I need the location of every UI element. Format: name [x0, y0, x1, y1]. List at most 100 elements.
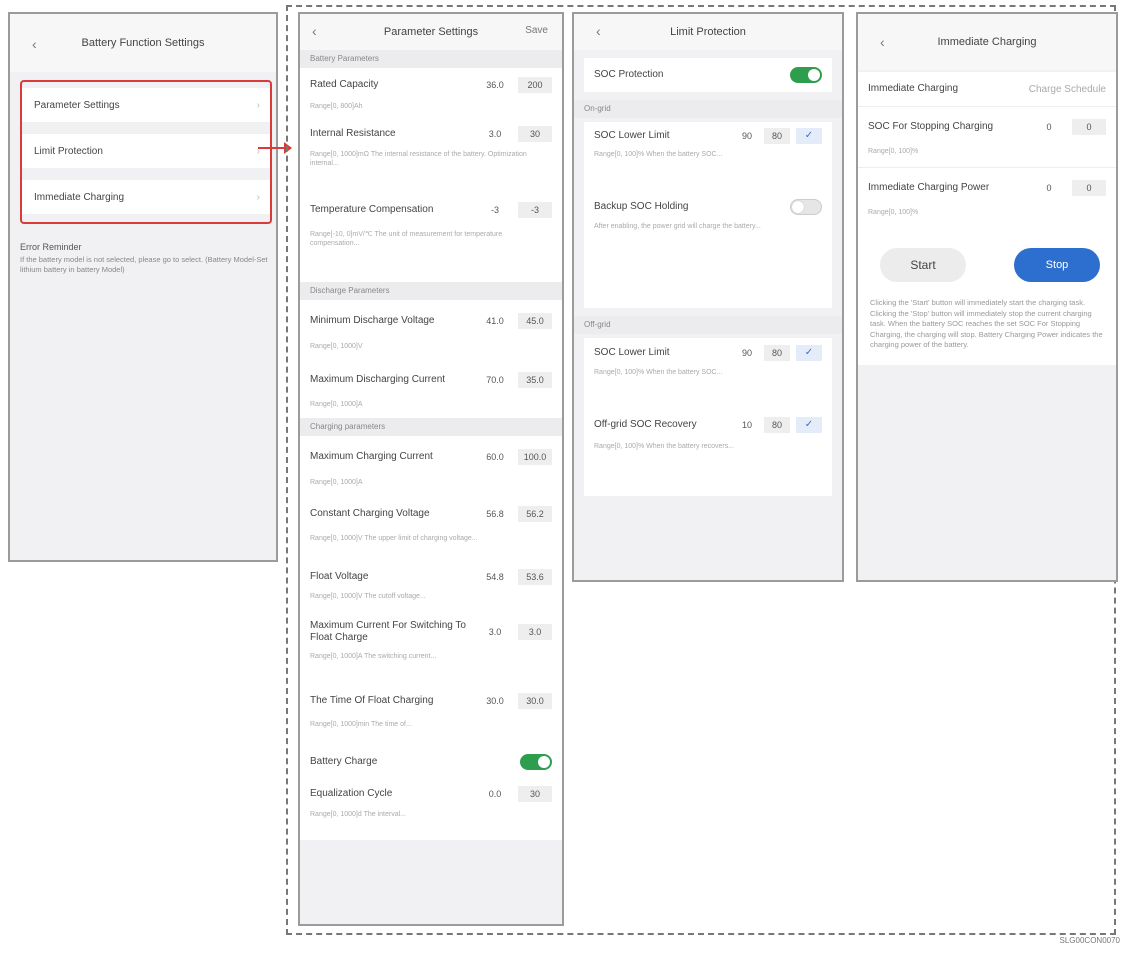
header: ‹ Battery Function Settings [10, 14, 276, 72]
rated-capacity-input[interactable]: 200 [518, 77, 552, 93]
offgrid-soc-recovery-label: Off-grid SOC Recovery [594, 419, 697, 430]
row-soc-protection: SOC Protection [584, 58, 832, 92]
page-title: Limit Protection [670, 26, 746, 38]
max-charging-current-hint: Range[0, 1000]A [310, 479, 363, 486]
constant-charging-voltage-input[interactable]: 56.2 [518, 506, 552, 522]
soc-protection-toggle[interactable] [790, 67, 822, 83]
offgrid-soc-recovery-current: 10 [741, 420, 752, 430]
soc-protection-card: SOC Protection [584, 58, 832, 92]
row-backup-soc-holding: Backup SOC Holding [584, 192, 832, 222]
menu-item-parameter-settings[interactable]: Parameter Settings › [22, 88, 270, 122]
figure-code: SLG00CON0070 [1059, 936, 1120, 945]
backup-soc-holding-toggle[interactable] [790, 199, 822, 215]
max-discharging-current-input[interactable]: 35.0 [518, 372, 552, 388]
battery-charge-toggle[interactable] [520, 754, 552, 770]
discharge-parameters-card: Minimum Discharge Voltage 41.0 45.0 Rang… [300, 300, 562, 418]
soc-protection-label: SOC Protection [594, 69, 664, 80]
battery-parameters-card: Rated Capacity 36.0 200 Range[0, 800]Ah … [300, 68, 562, 282]
max-discharging-current-current: 70.0 [486, 375, 504, 385]
min-discharge-voltage-current: 41.0 [486, 316, 504, 326]
row-immediate-charging-power: Immediate Charging Power 0 0 [858, 168, 1116, 208]
immediate-charging-power-input[interactable]: 0 [1072, 180, 1106, 196]
offgrid-soc-lower-limit-input[interactable]: 80 [764, 345, 790, 361]
internal-resistance-input[interactable]: 30 [518, 126, 552, 142]
offgrid-soc-recovery-confirm-icon[interactable]: ✓ [796, 417, 822, 433]
section-charging-parameters: Charging parameters [300, 418, 562, 436]
row-offgrid-soc-recovery: Off-grid SOC Recovery 10 80 ✓ [584, 408, 832, 442]
max-charging-current-label: Maximum Charging Current [310, 451, 433, 462]
min-discharge-voltage-input[interactable]: 45.0 [518, 313, 552, 329]
row-max-charging-current: Maximum Charging Current 60.0 100.0 [300, 436, 562, 478]
page-title: Battery Function Settings [81, 37, 205, 49]
temperature-compensation-input[interactable]: -3 [518, 202, 552, 218]
row-soc-stop-charging: SOC For Stopping Charging 0 0 [858, 107, 1116, 147]
charging-parameters-card: Maximum Charging Current 60.0 100.0 Rang… [300, 436, 562, 840]
action-buttons: Start Stop [858, 230, 1116, 298]
back-icon[interactable]: ‹ [880, 34, 885, 50]
ongrid-soc-lower-limit-label: SOC Lower Limit [594, 130, 670, 141]
time-float-input[interactable]: 30.0 [518, 693, 552, 709]
equalization-cycle-label: Equalization Cycle [310, 788, 393, 799]
offgrid-soc-lower-limit-label: SOC Lower Limit [594, 347, 670, 358]
battery-charge-label: Battery Charge [310, 756, 378, 767]
min-discharge-voltage-label: Minimum Discharge Voltage [310, 315, 435, 326]
back-icon[interactable]: ‹ [32, 36, 37, 52]
row-float-voltage: Float Voltage 54.8 53.6 [300, 562, 562, 592]
backup-soc-holding-label: Backup SOC Holding [594, 201, 689, 212]
immediate-charging-power-hint: Range[0, 100]% [868, 209, 919, 216]
back-icon[interactable]: ‹ [596, 23, 601, 39]
backup-soc-holding-hint: After enabling, the power grid will char… [594, 223, 761, 230]
off-grid-card: SOC Lower Limit 90 80 ✓ Range[0, 100]% W… [584, 338, 832, 496]
tab-charge-schedule[interactable]: Charge Schedule [1029, 84, 1106, 95]
soc-stop-charging-current: 0 [1046, 122, 1052, 132]
max-current-float-hint: Range[0, 1000]A The switching current... [310, 653, 437, 660]
temperature-compensation-hint: Range[-10, 0]mV/℃ The unit of measuremen… [310, 231, 503, 247]
start-button[interactable]: Start [880, 248, 966, 282]
header: ‹ Immediate Charging [858, 14, 1116, 70]
offgrid-soc-recovery-hint: Range[0, 100]% When the battery recovers… [594, 443, 735, 450]
row-max-current-float: Maximum Current For Switching To Float C… [300, 612, 562, 652]
time-float-label: The Time Of Float Charging [310, 695, 434, 706]
error-reminder-title: Error Reminder [20, 242, 82, 252]
ongrid-soc-lower-limit-current: 90 [741, 131, 752, 141]
menu-item-label: Immediate Charging [34, 191, 125, 203]
tab-immediate-charging[interactable]: Immediate Charging [868, 83, 1029, 95]
float-voltage-label: Float Voltage [310, 571, 369, 582]
offgrid-soc-recovery-input[interactable]: 80 [764, 417, 790, 433]
tab-row: Immediate Charging Charge Schedule [858, 72, 1116, 107]
section-battery-parameters: Battery Parameters [300, 50, 562, 68]
row-offgrid-soc-lower-limit: SOC Lower Limit 90 80 ✓ [584, 338, 832, 368]
float-voltage-input[interactable]: 53.6 [518, 569, 552, 585]
max-current-float-input[interactable]: 3.0 [518, 624, 552, 640]
internal-resistance-hint: Range[0, 1000]mΩ The internal resistance… [310, 151, 527, 167]
immediate-charging-power-current: 0 [1046, 183, 1052, 193]
constant-charging-voltage-hint: Range[0, 1000]V The upper limit of charg… [310, 535, 478, 542]
soc-stop-charging-input[interactable]: 0 [1072, 119, 1106, 135]
back-icon[interactable]: ‹ [312, 23, 317, 39]
max-current-float-label: Maximum Current For Switching To Float C… [310, 620, 466, 643]
rated-capacity-current: 36.0 [486, 80, 504, 90]
menu-item-label: Parameter Settings [34, 99, 120, 111]
screen-immediate-charging: ‹ Immediate Charging Immediate Charging … [856, 12, 1118, 582]
stop-button[interactable]: Stop [1014, 248, 1100, 282]
ongrid-soc-confirm-icon[interactable]: ✓ [796, 128, 822, 144]
row-max-discharging-current: Maximum Discharging Current 70.0 35.0 [300, 360, 562, 400]
max-discharging-current-hint: Range[0, 1000]A [310, 401, 363, 408]
min-discharge-voltage-hint: Range[0, 1000]V [310, 343, 363, 350]
error-reminder: Error Reminder If the battery model is n… [20, 242, 270, 275]
max-charging-current-input[interactable]: 100.0 [518, 449, 552, 465]
offgrid-soc-confirm-icon[interactable]: ✓ [796, 345, 822, 361]
menu-item-limit-protection[interactable]: Limit Protection › [22, 134, 270, 168]
equalization-cycle-hint: Range[0, 1000]d The interval... [310, 811, 406, 818]
page-title: Immediate Charging [937, 36, 1037, 48]
time-float-hint: Range[0, 1000]min The time of... [310, 721, 412, 728]
soc-stop-charging-label: SOC For Stopping Charging [868, 121, 994, 132]
row-constant-charging-voltage: Constant Charging Voltage 56.8 56.2 [300, 494, 562, 534]
save-button[interactable]: Save [525, 25, 548, 36]
rated-capacity-label: Rated Capacity [310, 79, 379, 90]
menu-item-immediate-charging[interactable]: Immediate Charging › [22, 180, 270, 214]
immediate-charging-power-label: Immediate Charging Power [868, 182, 990, 193]
equalization-cycle-input[interactable]: 30 [518, 786, 552, 802]
ongrid-soc-lower-limit-input[interactable]: 80 [764, 128, 790, 144]
row-ongrid-soc-lower-limit: SOC Lower Limit 90 80 ✓ [584, 122, 832, 150]
